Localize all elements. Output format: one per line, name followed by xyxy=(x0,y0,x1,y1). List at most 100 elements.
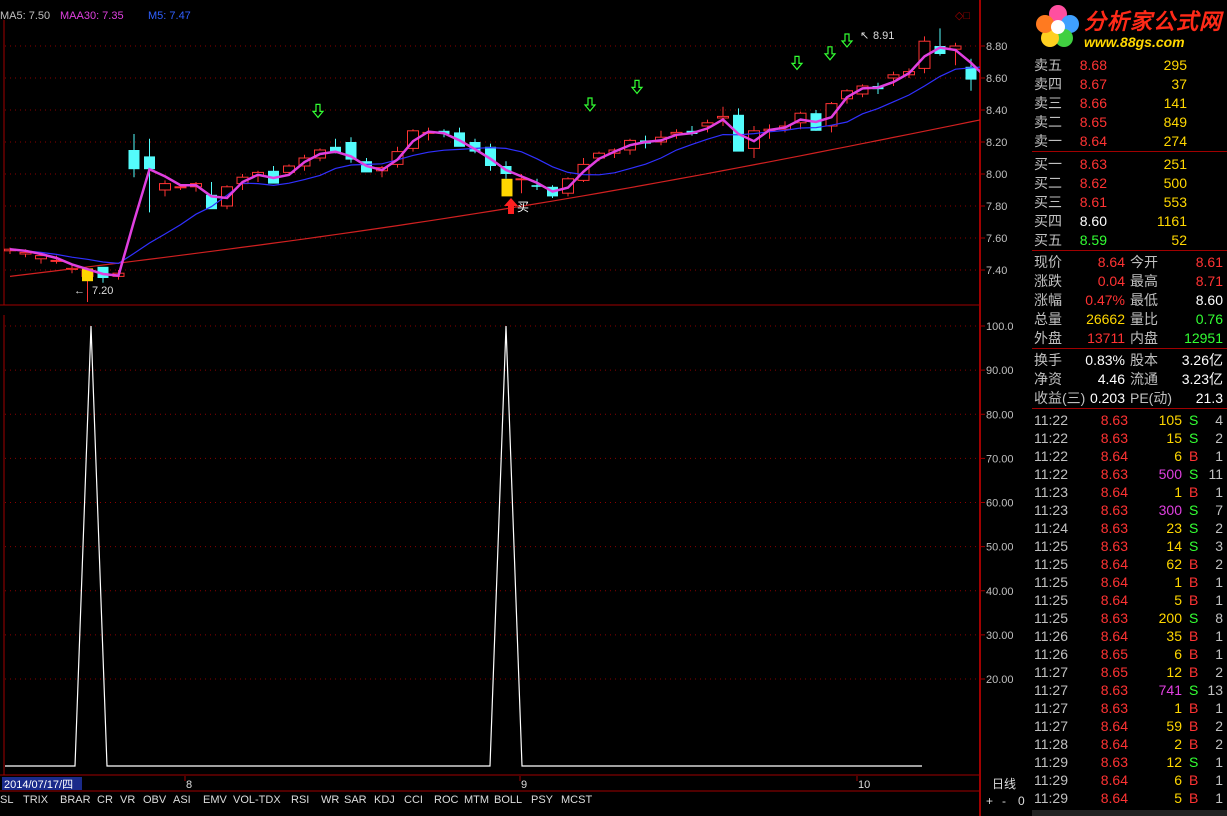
tick-row: 11:25 8.63 14 S 3 xyxy=(1032,537,1227,555)
bid-row[interactable]: 买二 8.62 500 xyxy=(1032,174,1227,192)
tab-kdj[interactable]: KDJ xyxy=(374,794,395,806)
bid-row[interactable]: 买一 8.63 251 xyxy=(1032,155,1227,173)
tab-psy[interactable]: PSY xyxy=(531,794,553,806)
tick-time: 11:27 xyxy=(1034,664,1068,680)
tab-rsi[interactable]: RSI xyxy=(291,794,309,806)
ask-row[interactable]: 卖三 8.66 141 xyxy=(1032,94,1227,112)
tick-direction: B xyxy=(1189,628,1199,644)
tick-row: 11:23 8.64 1 B 1 xyxy=(1032,483,1227,501)
tick-volume: 5 xyxy=(1174,592,1182,608)
zoom-in-button[interactable]: + xyxy=(986,794,993,808)
tick-volume: 6 xyxy=(1174,772,1182,788)
tab-vr[interactable]: VR xyxy=(120,794,135,806)
buy-signal-label: 买 xyxy=(517,200,529,214)
tick-direction: B xyxy=(1189,664,1199,680)
tab-emv[interactable]: EMV xyxy=(203,794,227,806)
tab-brar[interactable]: BRAR xyxy=(60,794,91,806)
tick-count: 1 xyxy=(1215,700,1223,716)
tick-time: 11:25 xyxy=(1034,610,1068,626)
ask-volume: 141 xyxy=(1163,95,1187,111)
ask-volume: 37 xyxy=(1171,76,1187,92)
tick-volume: 300 xyxy=(1158,502,1182,518)
fund-value: 0.203 xyxy=(1089,390,1125,406)
ask-row[interactable]: 卖五 8.68 295 xyxy=(1032,56,1227,74)
tick-direction: S xyxy=(1189,682,1199,698)
window-toggle-icon[interactable]: ◇□ xyxy=(955,10,970,22)
indicator-tabs: SL TRIX BRAR CR VR OBV ASI EMV VOL-TDX RSI WR SAR KD… xyxy=(0,792,980,812)
tick-volume: 15 xyxy=(1166,430,1182,446)
high-marker-label: 8.91 xyxy=(873,30,894,42)
zoom-out-button[interactable]: - xyxy=(1002,794,1006,808)
tab-asi[interactable]: ASI xyxy=(173,794,191,806)
tick-direction: S xyxy=(1189,610,1199,626)
tick-price: 8.63 xyxy=(1100,520,1128,536)
tick-time: 11:28 xyxy=(1034,736,1068,752)
zoom-reset-button[interactable]: 0 xyxy=(1018,794,1025,808)
tab-wr[interactable]: WR xyxy=(321,794,339,806)
ask-row[interactable]: 卖四 8.67 37 xyxy=(1032,75,1227,93)
tick-count: 11 xyxy=(1208,466,1223,482)
price-tick-label: 8.80 xyxy=(986,41,1007,53)
ask-row[interactable]: 卖二 8.65 849 xyxy=(1032,113,1227,131)
tick-price: 8.64 xyxy=(1100,772,1128,788)
sub-tick-label: 40.00 xyxy=(986,586,1014,598)
ask-row[interactable]: 卖一 8.64 274 xyxy=(1032,132,1227,150)
bid-price: 8.61 xyxy=(1079,194,1107,210)
m5-label: M5: 7.47 xyxy=(148,10,191,22)
quote-label: 涨幅 xyxy=(1034,292,1062,308)
zoom-controls: + - 0 xyxy=(980,776,1032,816)
divider xyxy=(1032,250,1227,251)
bid-row[interactable]: 买五 8.59 52 xyxy=(1032,231,1227,249)
tick-price: 8.64 xyxy=(1100,574,1128,590)
tick-price: 8.63 xyxy=(1100,430,1128,446)
tick-volume: 12 xyxy=(1166,664,1182,680)
bid-label: 买四 xyxy=(1034,213,1062,229)
tick-price: 8.64 xyxy=(1100,628,1128,644)
tab-mtm[interactable]: MTM xyxy=(464,794,489,806)
quote-value: 8.61 xyxy=(1195,254,1223,270)
tab-trix[interactable]: TRIX xyxy=(23,794,48,806)
bid-row[interactable]: 买四 8.60 1161 xyxy=(1032,212,1227,230)
fund-value: 3.23亿 xyxy=(1181,371,1223,387)
tick-direction: S xyxy=(1189,520,1199,536)
tab-vol-tdx[interactable]: VOL-TDX xyxy=(233,794,281,806)
tick-direction: B xyxy=(1189,484,1199,500)
sub-tick-label: 30.00 xyxy=(986,630,1014,642)
tick-row: 11:26 8.65 6 B 1 xyxy=(1032,645,1227,663)
tick-price: 8.65 xyxy=(1100,646,1128,662)
tab-mcst[interactable]: MCST xyxy=(561,794,592,806)
tab-sar[interactable]: SAR xyxy=(344,794,367,806)
quote-label: 最低 xyxy=(1130,292,1158,308)
tick-row: 11:24 8.63 23 S 2 xyxy=(1032,519,1227,537)
tick-row: 11:27 8.63 1 B 1 xyxy=(1032,699,1227,717)
tick-price: 8.63 xyxy=(1100,502,1128,518)
tick-count: 1 xyxy=(1215,790,1223,806)
tick-direction: S xyxy=(1189,430,1199,446)
tick-count: 1 xyxy=(1215,592,1223,608)
tick-price: 8.64 xyxy=(1100,718,1128,734)
ask-label: 卖二 xyxy=(1034,114,1062,130)
tab-obv[interactable]: OBV xyxy=(143,794,166,806)
tab-sl[interactable]: SL xyxy=(0,794,13,806)
tab-boll[interactable]: BOLL xyxy=(494,794,522,806)
tick-time: 11:22 xyxy=(1034,430,1068,446)
tab-cci[interactable]: CCI xyxy=(404,794,423,806)
quote-value: 8.60 xyxy=(1195,292,1223,308)
tick-count: 13 xyxy=(1207,682,1223,698)
bid-row[interactable]: 买三 8.61 553 xyxy=(1032,193,1227,211)
fund-label: PE(动) xyxy=(1130,390,1172,406)
kline-chart[interactable]: MA5: 7.50 MAA30: 7.35 M5: 7.47 ◇□ 8.91 ↖… xyxy=(0,0,980,816)
sub-tick-label: 90.00 xyxy=(986,365,1014,377)
tick-direction: B xyxy=(1189,790,1199,806)
sub-tick-label: 80.00 xyxy=(986,409,1014,421)
tick-direction: B xyxy=(1189,556,1199,572)
tick-count: 1 xyxy=(1215,754,1223,770)
tick-row: 11:27 8.64 59 B 2 xyxy=(1032,717,1227,735)
high-marker-arrow-icon: ↖ xyxy=(860,30,869,42)
ma5-label: MA5: 7.50 xyxy=(0,10,50,22)
tab-roc[interactable]: ROC xyxy=(434,794,458,806)
tick-count: 2 xyxy=(1215,556,1223,572)
tab-cr[interactable]: CR xyxy=(97,794,113,806)
logo-brand: 分析家公式网 xyxy=(1084,9,1223,34)
tick-time: 11:26 xyxy=(1034,628,1068,644)
